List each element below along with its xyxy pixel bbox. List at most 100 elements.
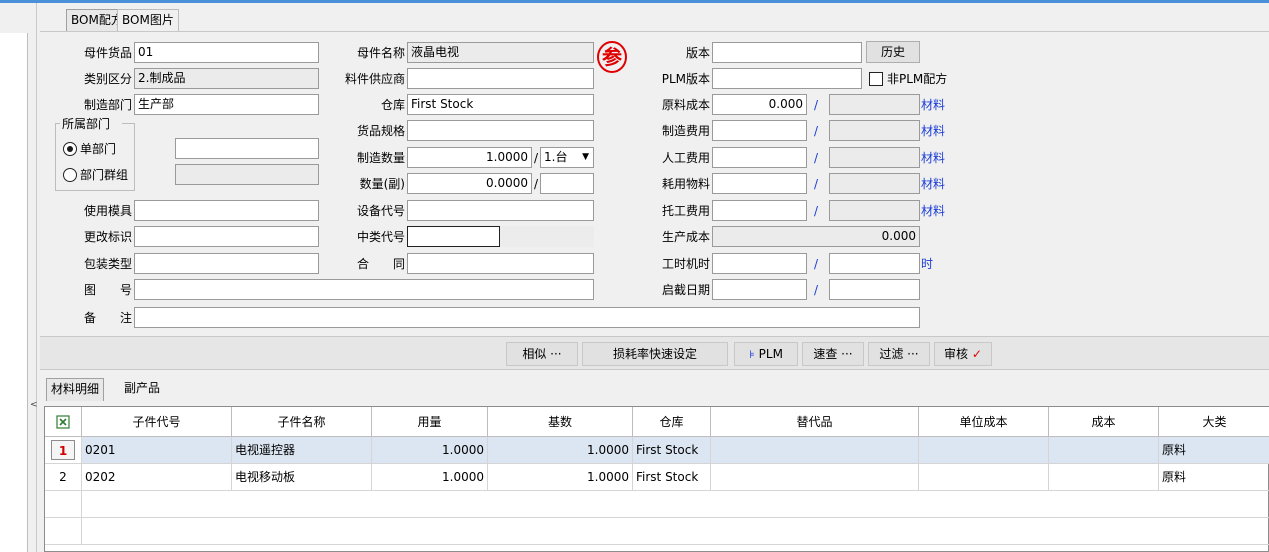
material-cost-alt-field[interactable] [829,94,920,115]
table-cell-base[interactable]: 1.0000 [488,464,633,491]
quick-search-button[interactable]: 速查 ··· [802,342,864,366]
mold-input[interactable] [134,200,319,221]
filter-button[interactable]: 过滤 ··· [868,342,930,366]
dept-group-input[interactable] [175,164,319,185]
col-header-unit-cost[interactable]: 单位成本 [919,407,1049,437]
parent-name-field[interactable]: 液晶电视 [407,42,594,63]
tab-bom-image[interactable]: BOM图片 [117,9,179,31]
table-cell-cost[interactable] [1049,437,1159,464]
row-number-cell[interactable]: 1 [45,437,82,464]
loss-rate-button[interactable]: 损耗率快速设定 [582,342,728,366]
parent-code-input[interactable]: 01 [134,42,319,63]
material-link-2[interactable]: 材料 [921,121,945,141]
outsource-input[interactable] [712,200,807,221]
change-input[interactable] [134,226,319,247]
material-link-4[interactable]: 材料 [921,174,945,194]
table-cell-unit-cost[interactable] [919,464,1049,491]
material-link-1[interactable]: 材料 [921,95,945,115]
material-link-3[interactable]: 材料 [921,148,945,168]
pack-input[interactable] [134,253,319,274]
qty-input[interactable]: 1.0000 [407,147,532,168]
end-date-input[interactable] [829,279,920,300]
history-button[interactable]: 历史 [866,41,920,63]
table-cell-qty[interactable]: 1.0000 [372,437,488,464]
pack-label: 包装类型 [83,257,132,271]
plm-version-input[interactable] [712,68,862,89]
col-header-name[interactable]: 子件名称 [232,407,372,437]
col-header-code[interactable]: 子件代号 [82,407,232,437]
contract-input[interactable] [407,253,594,274]
table-cell-code[interactable]: 0202 [82,464,232,491]
single-dept-input[interactable] [175,138,319,159]
hour-link[interactable]: 时 [921,254,933,274]
row-number[interactable]: 2 [45,464,82,491]
table-cell-name[interactable]: 电视遥控器 [232,437,372,464]
col-header-substitute[interactable]: 替代品 [711,407,919,437]
table-cell-substitute[interactable] [711,437,919,464]
supplier-input[interactable] [407,68,594,89]
table-cell-category[interactable]: 原料 [1159,437,1269,464]
audit-button[interactable]: 审核 ✓ [934,342,992,366]
dept-group-radio[interactable] [63,168,77,182]
start-date-input[interactable] [712,279,807,300]
col-header-qty[interactable]: 用量 [372,407,488,437]
warehouse-input[interactable]: First Stock [407,94,594,115]
grid-corner[interactable] [45,407,82,437]
parent-code-label: 母件货品 [83,46,132,60]
qty-sub-input[interactable]: 0.0000 [407,173,532,194]
drawing-input[interactable] [134,279,594,300]
similar-button[interactable]: 相似 ··· [506,342,578,366]
tab-material-detail[interactable]: 材料明细 [46,378,105,401]
labor-cost-alt-field[interactable] [829,147,920,168]
labor-cost-input[interactable] [712,147,807,168]
table-cell-warehouse[interactable]: First Stock [633,464,711,491]
qty-sub-unit-input[interactable] [540,173,594,194]
table-cell-category[interactable]: 原料 [1159,464,1269,491]
table-cell-unit-cost[interactable] [919,437,1049,464]
table-cell-base[interactable]: 1.0000 [488,437,633,464]
version-input[interactable] [712,42,862,63]
tab-byproduct[interactable]: 副产品 [120,378,164,401]
col-header-warehouse[interactable]: 仓库 [633,407,711,437]
empty-row-number[interactable] [45,518,82,545]
mfg-cost-input[interactable] [712,120,807,141]
drawing-label: 图 号 [83,283,132,297]
collapse-arrow-icon[interactable]: < [30,400,38,410]
consume-input[interactable] [712,173,807,194]
single-dept-radio[interactable] [63,142,77,156]
table-cell-code[interactable]: 0201 [82,437,232,464]
table-cell-warehouse[interactable]: First Stock [633,437,711,464]
non-plm-checkbox[interactable] [869,72,883,86]
spec-input[interactable] [407,120,594,141]
labor-cost-slash: / [814,151,819,165]
col-header-category[interactable]: 大类 [1159,407,1269,437]
table-cell-substitute[interactable] [711,464,919,491]
material-link-5[interactable]: 材料 [921,201,945,221]
category-field[interactable]: 2.制成品 [134,68,319,89]
equip-input[interactable] [407,200,594,221]
consume-alt-field[interactable] [829,173,920,194]
col-header-base[interactable]: 基数 [488,407,633,437]
col-header-cost[interactable]: 成本 [1049,407,1159,437]
mfg-cost-alt-field[interactable] [829,120,920,141]
midclass-input[interactable] [407,226,500,247]
dept-input[interactable]: 生产部 [134,94,319,115]
work-hours-input[interactable] [712,253,807,274]
remark-input[interactable] [134,307,920,328]
qty-label: 制造数量 [356,151,405,165]
plm-button-label: PLM [758,347,783,361]
outsource-alt-field[interactable] [829,200,920,221]
excel-export-icon[interactable] [56,415,70,429]
splitter[interactable] [36,3,37,552]
qty-unit-select[interactable]: 1.台 ▼ [540,147,594,168]
table-cell-cost[interactable] [1049,464,1159,491]
spec-label: 货品规格 [356,124,405,138]
plm-button[interactable]: ⊧ PLM [734,342,798,366]
empty-row[interactable] [82,491,1269,518]
table-cell-name[interactable]: 电视移动板 [232,464,372,491]
machine-hours-input[interactable] [829,253,920,274]
empty-row[interactable] [82,518,1269,545]
table-cell-qty[interactable]: 1.0000 [372,464,488,491]
material-cost-input[interactable]: 0.000 [712,94,807,115]
empty-row-number[interactable] [45,491,82,518]
